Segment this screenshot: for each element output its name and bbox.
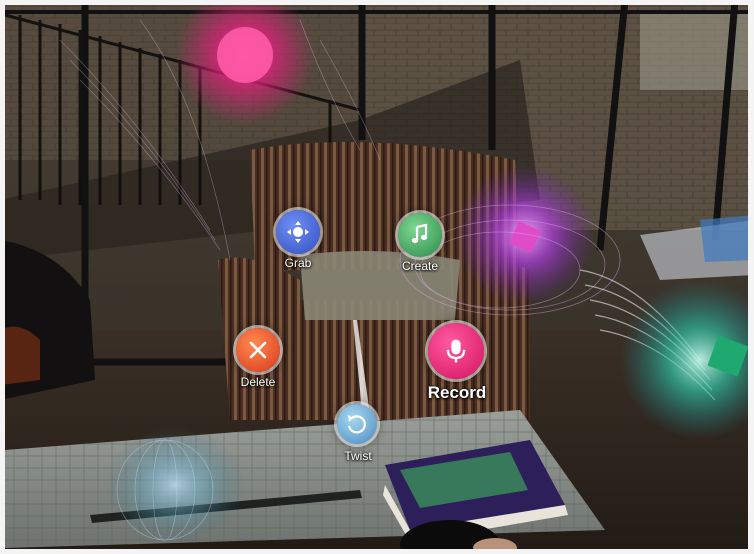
grab-move-icon: [287, 221, 309, 243]
ar-camera-view: Grab Create Delete Record Twist: [0, 0, 754, 554]
music-note-icon: [411, 223, 428, 243]
delete-button[interactable]: [236, 328, 280, 372]
grab-label: Grab: [284, 256, 312, 270]
room-background: [0, 0, 754, 554]
grab-button[interactable]: [276, 210, 320, 254]
microphone-icon: [446, 339, 466, 363]
twist-label: Twist: [344, 449, 372, 463]
twist-button[interactable]: [337, 404, 377, 444]
close-x-icon: [249, 341, 267, 359]
create-button[interactable]: [398, 213, 442, 257]
create-label: Create: [401, 259, 439, 273]
delete-label: Delete: [240, 375, 276, 389]
record-label: Record: [427, 383, 487, 402]
record-button[interactable]: [428, 323, 484, 379]
rotate-icon: [347, 415, 366, 434]
